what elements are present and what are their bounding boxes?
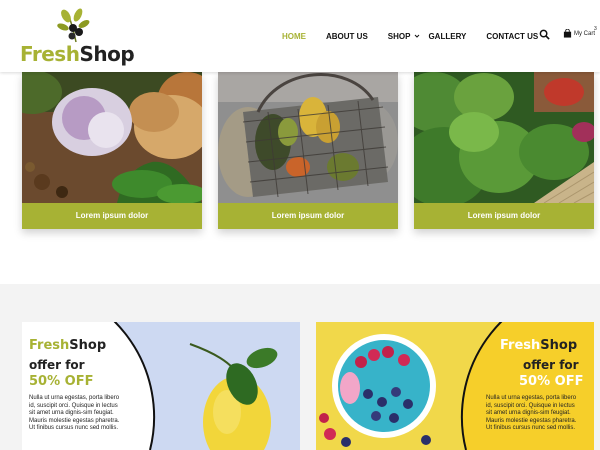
search-icon[interactable] <box>539 29 550 40</box>
offer-brand: FreshShop <box>500 338 577 353</box>
offer-for-text: offer for <box>29 358 85 372</box>
offer-brand-shop: Shop <box>69 338 107 353</box>
logo[interactable]: FreshShop <box>20 8 135 68</box>
offer-for-text: offer for <box>523 358 579 372</box>
vegetable-basket-image <box>218 72 398 203</box>
category-card[interactable]: Lorem ipsum dolor <box>218 72 398 229</box>
nav-gallery[interactable]: GALLERY <box>428 32 466 41</box>
logo-shop: Shop <box>79 42 135 66</box>
site-header: FreshShop HOME ABOUT US SHOP GALLERY CON… <box>0 0 600 72</box>
category-card[interactable]: Lorem ipsum dolor <box>22 72 202 229</box>
shopping-bag-icon <box>563 29 572 38</box>
category-image <box>218 72 398 203</box>
cart-button[interactable]: My Cart 3 <box>563 26 597 38</box>
olive-branch-icon <box>57 8 90 43</box>
logo-text: FreshShop <box>20 42 135 66</box>
cart-label: My Cart <box>574 30 595 37</box>
offers-section: FreshShop offer for 50% OFF Nulla ut urn… <box>0 284 600 450</box>
nav-shop[interactable]: SHOP <box>388 32 411 41</box>
cart-count: 3 <box>594 26 597 32</box>
page: FreshShop HOME ABOUT US SHOP GALLERY CON… <box>0 0 600 450</box>
offer-banner[interactable]: FreshShop offer for 50% OFF Nulla ut urn… <box>316 322 594 450</box>
nav-shop-dropdown[interactable]: SHOP <box>388 32 421 41</box>
offer-description: Nulla ut urna egestas, porta libero id, … <box>29 395 120 432</box>
category-label-bar: Lorem ipsum dolor <box>22 203 202 229</box>
chevron-down-icon <box>415 34 420 38</box>
category-image <box>22 72 202 203</box>
nav-home[interactable]: HOME <box>282 32 306 41</box>
category-image <box>414 72 594 203</box>
category-label: Lorem ipsum dolor <box>467 211 541 220</box>
nav-about-us[interactable]: ABOUT US <box>326 32 368 41</box>
offer-banner[interactable]: FreshShop offer for 50% OFF Nulla ut urn… <box>22 322 300 450</box>
garlic-potato-image <box>22 72 202 203</box>
offer-percent: 50% OFF <box>519 374 584 389</box>
offer-brand-shop: Shop <box>540 338 578 353</box>
offer-brand-fresh: Fresh <box>500 338 541 353</box>
offer-brand: FreshShop <box>29 338 106 353</box>
offer-description: Nulla ut urna egestas, porta libero id, … <box>486 395 577 432</box>
leafy-greens-image <box>414 72 594 203</box>
category-label: Lorem ipsum dolor <box>271 211 345 220</box>
main-nav: HOME ABOUT US SHOP GALLERY CONTACT US <box>282 30 538 42</box>
offer-percent: 50% OFF <box>29 374 94 389</box>
nav-contact-us[interactable]: CONTACT US <box>486 32 538 41</box>
category-label-bar: Lorem ipsum dolor <box>414 203 594 229</box>
offer-brand-fresh: Fresh <box>29 338 70 353</box>
category-card[interactable]: Lorem ipsum dolor <box>414 72 594 229</box>
logo-fresh: Fresh <box>20 42 80 66</box>
category-label-bar: Lorem ipsum dolor <box>218 203 398 229</box>
category-label: Lorem ipsum dolor <box>75 211 149 220</box>
